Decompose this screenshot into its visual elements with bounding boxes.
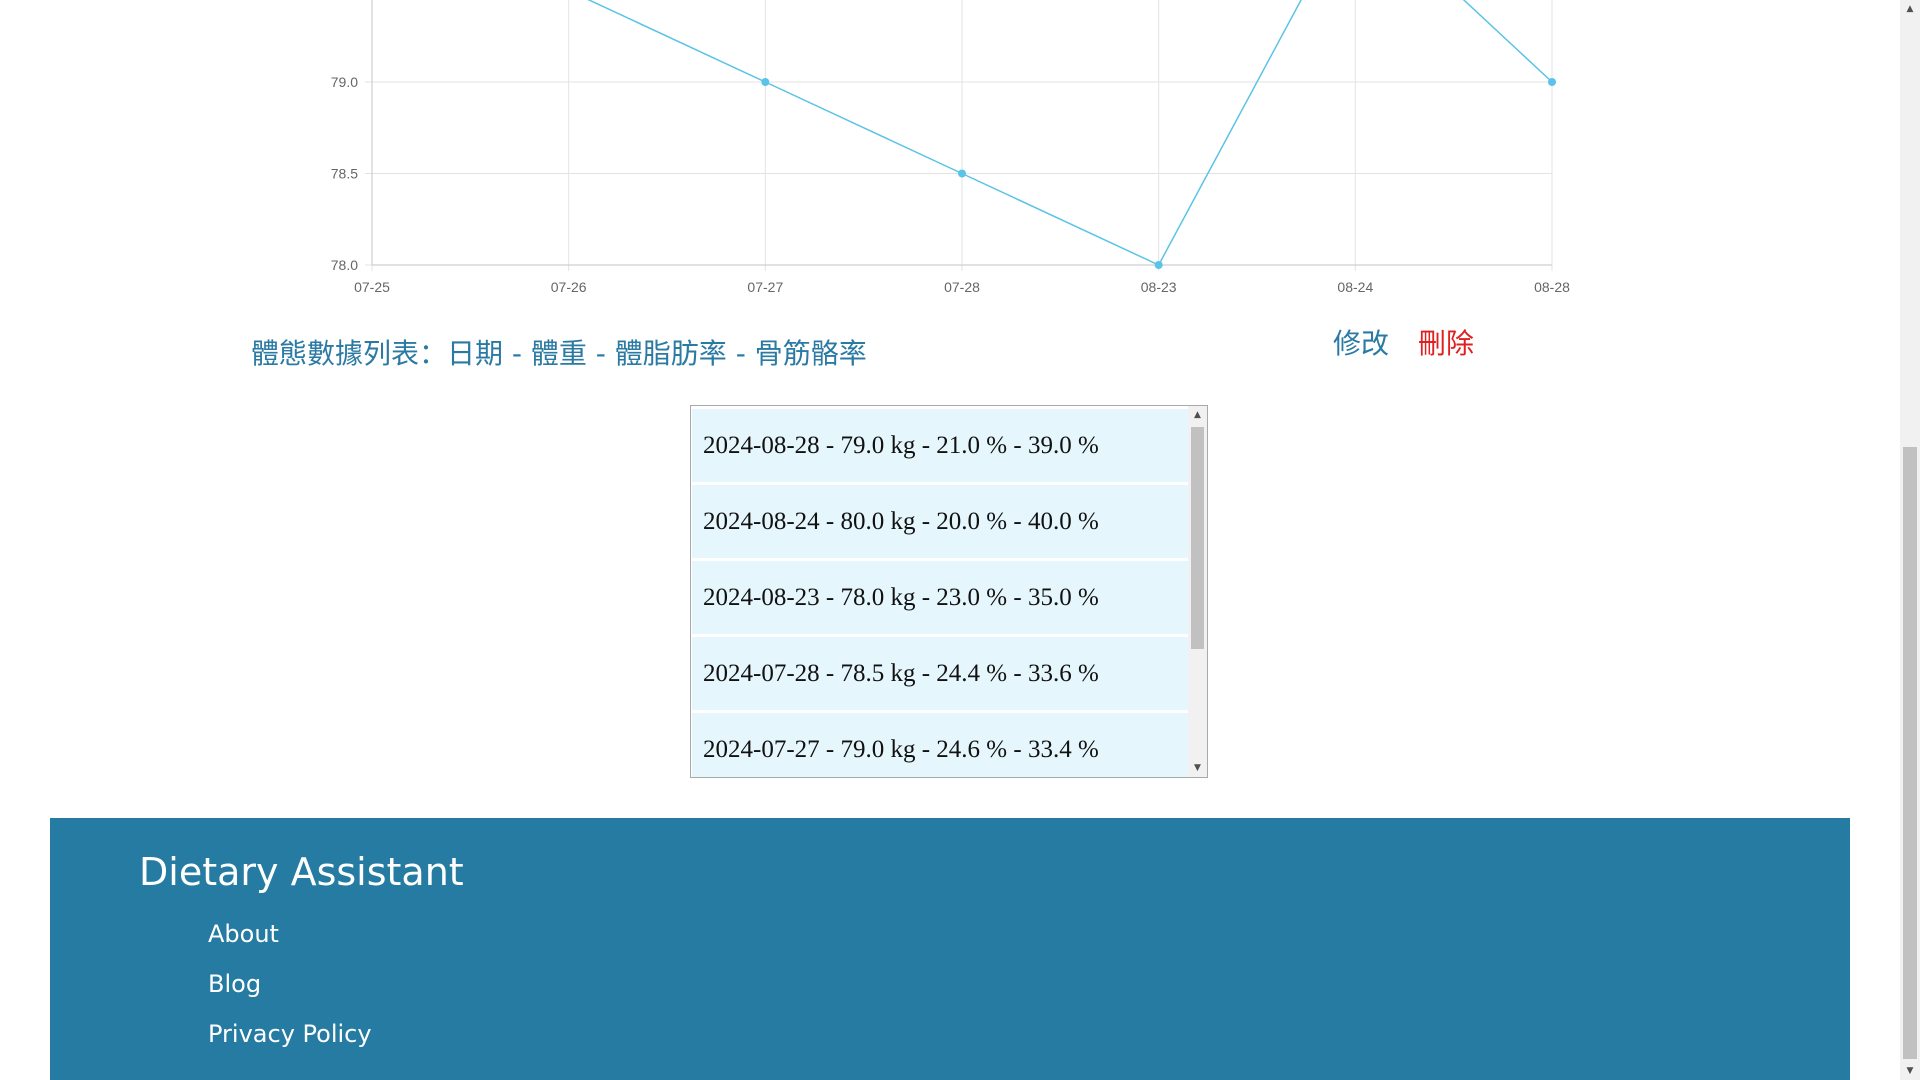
record-item[interactable]: 2024-08-23 - 78.0 kg - 23.0 % - 35.0 % [692, 561, 1189, 634]
weight-line-chart: 07-25 07-26 07-27 07-28 08-23 08-24 08-28 78.0 7… [331, 0, 1570, 295]
chart-grid [365, 0, 1553, 271]
chart-tick-labels: 07-25 07-26 07-27 07-28 08-23 08-24 08-28 78.0 7… [331, 74, 1570, 295]
delete-button[interactable]: 刪除 [1418, 322, 1474, 362]
record-item[interactable]: 2024-07-28 - 78.5 kg - 24.4 % - 33.6 % [692, 637, 1189, 710]
data-point[interactable] [1154, 261, 1163, 269]
list-scroll-thumb[interactable] [1191, 427, 1204, 649]
record-items: 2024-08-28 - 79.0 kg - 21.0 % - 39.0 % 2… [691, 406, 1189, 777]
y-tick-label: 78.0 [331, 257, 358, 273]
x-tick-label: 08-24 [1337, 279, 1373, 295]
list-scrollbar[interactable]: ▲ ▼ [1188, 406, 1207, 777]
footer: Dietary Assistant About Blog Privacy Pol… [50, 818, 1850, 1080]
y-tick-label: 78.5 [331, 166, 358, 182]
x-tick-label: 07-28 [944, 279, 980, 295]
record-listbox[interactable]: 2024-08-28 - 79.0 kg - 21.0 % - 39.0 % 2… [690, 405, 1208, 778]
record-item[interactable]: 2024-08-24 - 80.0 kg - 20.0 % - 40.0 % [692, 485, 1189, 558]
x-tick-label: 07-25 [354, 279, 390, 295]
footer-link-privacy-policy[interactable]: Privacy Policy [208, 1020, 372, 1048]
record-item[interactable]: 2024-08-28 - 79.0 kg - 21.0 % - 39.0 % [692, 409, 1189, 482]
triangle-down-icon[interactable]: ▼ [1900, 1062, 1920, 1080]
x-tick-label: 08-23 [1141, 279, 1177, 295]
x-tick-label: 08-28 [1534, 279, 1570, 295]
triangle-down-icon[interactable]: ▼ [1188, 759, 1207, 777]
y-tick-label: 79.0 [331, 74, 358, 90]
page-scroll-thumb[interactable] [1903, 447, 1917, 1059]
record-item[interactable]: 2024-07-27 - 79.0 kg - 24.6 % - 33.4 % [692, 713, 1189, 777]
triangle-up-icon[interactable]: ▲ [1188, 406, 1207, 424]
list-title: 體態數據列表：日期 - 體重 - 體脂肪率 - 骨筋骼率 [251, 337, 867, 370]
data-point[interactable] [761, 78, 770, 86]
footer-brand: Dietary Assistant [139, 850, 464, 894]
data-point[interactable] [1548, 78, 1556, 86]
page: 07-25 07-26 07-27 07-28 08-23 08-24 08-28 78.0 7… [0, 0, 1920, 1080]
footer-link-about[interactable]: About [208, 920, 279, 948]
edit-button[interactable]: 修改 [1333, 322, 1389, 362]
data-point[interactable] [958, 169, 966, 178]
x-tick-label: 07-27 [747, 279, 783, 295]
triangle-up-icon[interactable]: ▲ [1900, 0, 1920, 18]
x-tick-label: 07-26 [551, 279, 587, 295]
footer-link-blog[interactable]: Blog [208, 970, 261, 998]
page-scrollbar[interactable]: ▲ ▼ [1900, 0, 1920, 1080]
